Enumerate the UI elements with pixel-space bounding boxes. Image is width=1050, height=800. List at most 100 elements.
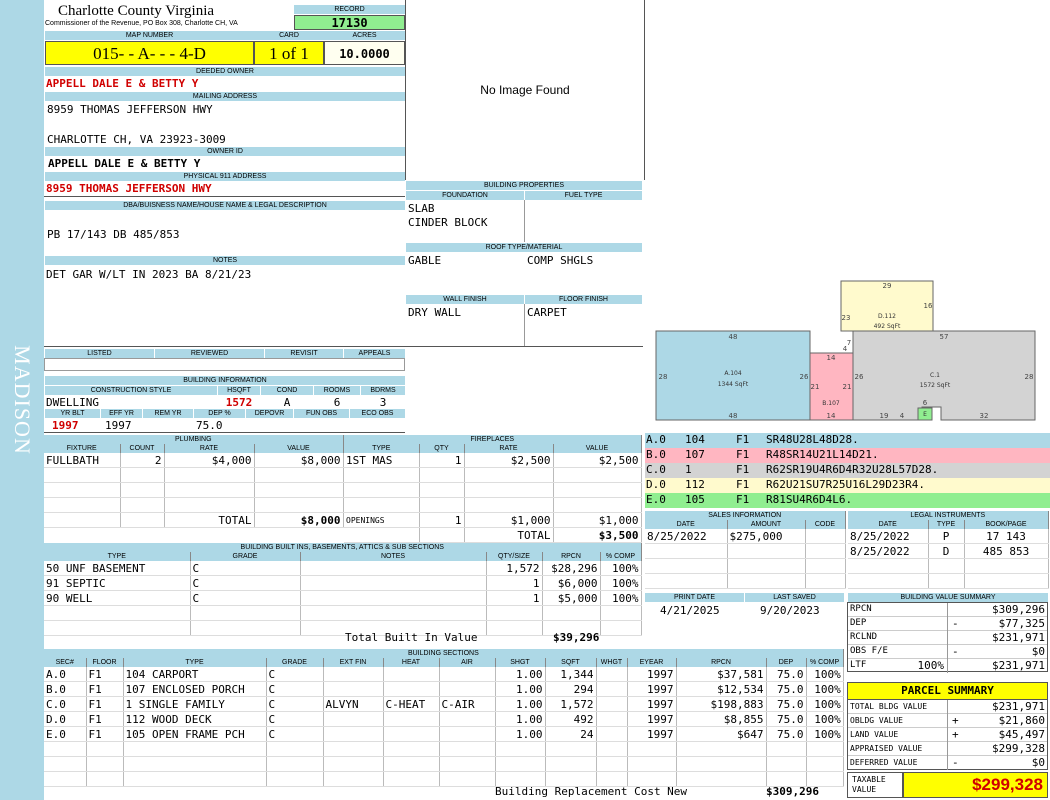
no-image-text: No Image Found	[480, 83, 570, 97]
record-value: 17130	[294, 15, 405, 30]
listed-label: LISTED	[45, 349, 154, 358]
acres-label: ACRES	[324, 31, 405, 40]
taxable-value: $299,328	[903, 772, 1048, 798]
dim-c-top: 57	[940, 333, 949, 341]
legend-row: B.0 107 F1 R48SR14U21L14D21.	[645, 448, 1050, 463]
revisit-label: REVISIT	[265, 349, 343, 358]
status-row	[44, 358, 405, 371]
depovr-label: DEPOVR	[246, 409, 293, 418]
dim-a-right: 26	[800, 373, 809, 381]
dim-e-6: 6	[923, 399, 928, 407]
builtins-table: BUILDING BUILT INS, BASEMENTS, ATTICS & …	[44, 543, 642, 636]
legal-desc-value: PB 17/143 DB 485/853	[47, 228, 180, 241]
reviewed-label: REVIEWED	[155, 349, 264, 358]
physical-label: PHYSICAL 911 ADDRESS	[45, 172, 405, 181]
physical-value: 8959 THOMAS JEFFERSON HWY	[46, 182, 212, 195]
dim-b-right: 21	[843, 383, 852, 391]
divider	[44, 196, 405, 197]
wall-label: WALL FINISH	[406, 295, 524, 304]
fireplaces-label: FIREPLACES	[344, 435, 642, 444]
dim-b-top: 14	[827, 354, 836, 362]
map-number: 015- - A- - - 4-D	[45, 41, 254, 65]
dim-b-left: 21	[811, 383, 820, 391]
effyr-label: EFF YR	[101, 409, 142, 418]
table-row: 8/25/2022 $275,000	[645, 529, 846, 544]
divider	[405, 346, 643, 347]
roof-label: ROOF TYPE/MATERIAL	[406, 243, 642, 252]
hsqft-value: 1572	[225, 396, 253, 409]
table-row: C.0 F1 1 SINGLE FAMILY C ALVYN C-HEAT C-AIR 1.0…	[44, 696, 844, 712]
bdrms-label: BDRMS	[361, 386, 405, 395]
construction-style-label: CONSTRUCTION STYLE	[45, 386, 217, 395]
card-label: CARD	[254, 31, 324, 40]
record-label: RECORD	[294, 5, 405, 14]
wall-finish: DRY WALL	[408, 306, 461, 319]
parcel-summary: TOTAL BLDG VALUE $231,971 OBLDG VALUE + …	[847, 700, 1048, 770]
builtins-total: $39,296	[553, 631, 600, 644]
value-summary-label: BUILDING VALUE SUMMARY	[848, 593, 1048, 602]
mailing-label: MAILING ADDRESS	[45, 92, 405, 101]
builtins-total-label: Total Built In Value	[345, 631, 478, 644]
dep-label: DEP %	[194, 409, 245, 418]
table-row: B.0 F1 107 ENCLOSED PORCH C 1.00 294 1997 $12,5…	[44, 681, 844, 697]
dim-c-left: 26	[855, 373, 864, 381]
rooms-value: 6	[333, 396, 341, 409]
sidebar-label: MADISON	[10, 345, 35, 455]
cond-label: COND	[261, 386, 313, 395]
divider	[524, 304, 525, 346]
dim-b-bottom: 14	[827, 412, 836, 420]
print-date: 4/21/2025	[660, 604, 720, 617]
cond-value: A	[283, 396, 291, 409]
taxable-label: TAXABLE VALUE	[847, 772, 903, 798]
table-row: 50 UNF BASEMENT C 1,572 $28,296 100%	[44, 561, 642, 576]
foundation-1: SLAB	[408, 202, 435, 215]
last-saved-label: LAST SAVED	[745, 593, 844, 602]
card-value: 1 of 1	[254, 41, 324, 65]
mailing-line2: CHARLOTTE CH, VA 23923-3009	[47, 133, 226, 146]
dim-d-7: 7	[847, 339, 851, 347]
dim-a-left: 28	[659, 373, 668, 381]
rooms-label: ROOMS	[314, 386, 360, 395]
yrblt-value: 1997	[52, 419, 79, 432]
dim-c-19: 19	[880, 412, 889, 420]
deeded-owner-value: APPELL DALE E & BETTY Y	[46, 77, 199, 90]
roof-type: GABLE	[408, 254, 442, 267]
sales-table: SALES INFORMATION DATE AMOUNT CODE 8/25/20…	[645, 511, 846, 589]
fireplaces-table: FIREPLACES TYPE QTY RATE VALUE 1ST MAS 1 $2,5…	[344, 435, 642, 543]
divider	[44, 432, 405, 433]
fuel-label: FUEL TYPE	[525, 191, 642, 200]
building-props-label: BUILDING PROPERTIES	[406, 181, 642, 190]
table-row: FULLBATH 2 $4,000 $8,000	[44, 453, 344, 468]
parcel-summary-label: PARCEL SUMMARY	[847, 682, 1048, 700]
plumbing-table: PLUMBING FIXTURE COUNT RATE VALUE FULLBATH 2…	[44, 435, 344, 528]
table-row: 1ST MAS 1 $2,500 $2,500	[344, 453, 642, 468]
floor-label: FLOOR FINISH	[525, 295, 642, 304]
table-row: 8/25/2022 D 485 853	[848, 543, 1049, 559]
map-label: MAP NUMBER	[45, 31, 254, 40]
roof-material: COMP SHGLS	[527, 254, 594, 267]
table-row: D.0 F1 112 WOOD DECK C 1.00 492 1997 $8,855 75.0…	[44, 711, 844, 727]
foundation-2: CINDER BLOCK	[408, 216, 488, 229]
remyr-label: REM YR	[143, 409, 193, 418]
sketch-label-c: C.1	[930, 372, 940, 379]
divider	[524, 200, 525, 242]
acres-value: 10.0000	[324, 41, 405, 65]
legend-row: C.0 1 F1 R62SR19U4R6D4R32U28L57D28.	[645, 463, 1050, 478]
dim-c-right: 28	[1025, 373, 1034, 381]
legend-row: A.0 104 F1 SR48U28L48D28.	[645, 433, 1050, 448]
value-summary: RPCN $309,296 DEP - $77,325 RCLND $231,9…	[847, 602, 1048, 673]
sketch-area-label-a: 1344 SqFt	[718, 381, 749, 388]
ecoobs-label: ECO OBS	[350, 409, 405, 418]
divider	[44, 346, 405, 347]
replacement-cost-label: Building Replacement Cost New	[495, 785, 688, 798]
table-row: E.0 F1 105 OPEN FRAME PCH C 1.00 24 1997 $647 75…	[44, 726, 844, 742]
sketch-area-label-c: 1572 SqFt	[920, 382, 951, 389]
table-row: OPENINGS 1 $1,000 $1,000	[344, 512, 642, 528]
photo-frame: No Image Found	[405, 0, 645, 180]
sketch-area-label-d: 492 SqFt	[874, 323, 901, 330]
appeals-label: APPEALS	[344, 349, 405, 358]
county-subtitle: Commissioner of the Revenue, PO Box 308,…	[45, 20, 238, 27]
last-saved: 9/20/2023	[760, 604, 820, 617]
notes-value: DET GAR W/LT IN 2023 BA 8/21/23	[46, 268, 252, 281]
sketch-legend: A.0 104 F1 SR48U28L48D28. B.0 107 F1 R48SR14U2…	[645, 433, 1050, 508]
